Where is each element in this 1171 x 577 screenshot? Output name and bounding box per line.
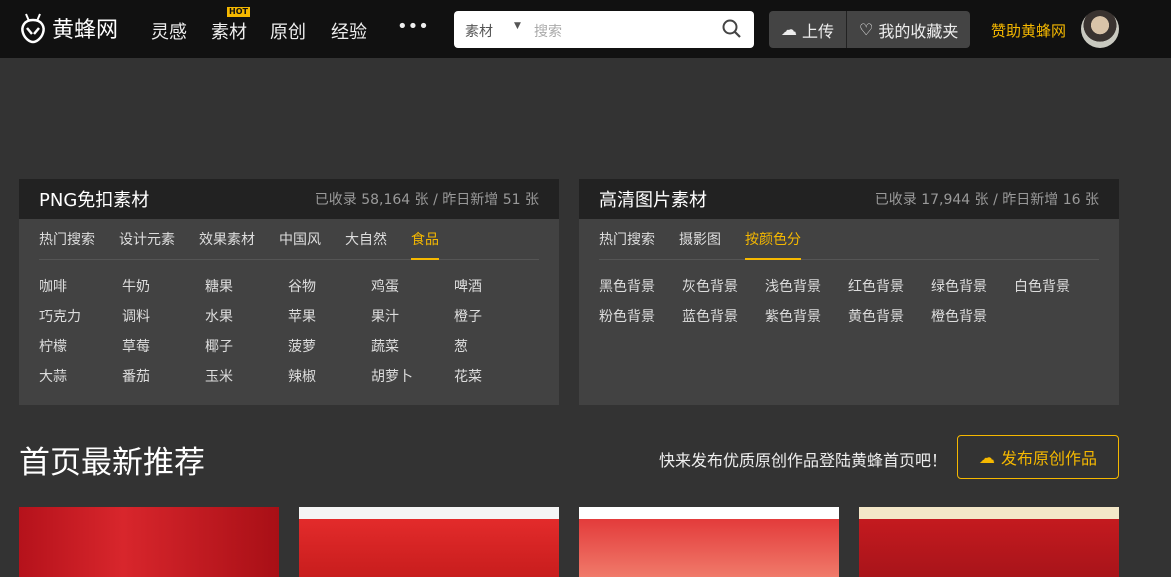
- panel-tab[interactable]: 食品: [411, 229, 439, 260]
- keyword-link[interactable]: 葱: [454, 336, 537, 366]
- upload-button[interactable]: ☁ 上传: [769, 11, 846, 48]
- logo[interactable]: 黄蜂网: [18, 12, 118, 44]
- keyword-link[interactable]: 糖果: [205, 276, 288, 306]
- keyword-link[interactable]: 白色背景: [1014, 276, 1097, 306]
- panel-tab[interactable]: 摄影图: [679, 229, 721, 260]
- nav-original[interactable]: 原创: [270, 18, 306, 44]
- favorites-button[interactable]: ♡ 我的收藏夹: [846, 11, 970, 48]
- recommend-thumbnail[interactable]: [19, 507, 279, 577]
- keyword-link[interactable]: 果汁: [371, 306, 454, 336]
- avatar[interactable]: [1081, 10, 1119, 48]
- keyword-link[interactable]: 柠檬: [39, 336, 122, 366]
- panel-tab[interactable]: 中国风: [279, 229, 321, 260]
- keyword-link[interactable]: 调料: [122, 306, 205, 336]
- keyword-link[interactable]: 辣椒: [288, 366, 371, 396]
- keyword-grid: 咖啡牛奶糖果谷物鸡蛋啤酒巧克力调料水果苹果果汁橙子柠檬草莓椰子菠萝蔬菜葱大蒜番茄…: [39, 276, 537, 396]
- publish-label: 发布原创作品: [1001, 445, 1097, 469]
- keyword-link[interactable]: 椰子: [205, 336, 288, 366]
- recommend-thumbnail[interactable]: [299, 507, 559, 577]
- keyword-link[interactable]: 浅色背景: [765, 276, 848, 306]
- keyword-link[interactable]: 苹果: [288, 306, 371, 336]
- panel-title: 高清图片素材: [599, 186, 707, 212]
- nav-materials[interactable]: 素材: [211, 18, 247, 44]
- keyword-link[interactable]: 番茄: [122, 366, 205, 396]
- panel-stats: 已收录 17,944 张 / 昨日新增 16 张: [875, 189, 1099, 209]
- panel-stats: 已收录 58,164 张 / 昨日新增 51 张: [315, 189, 539, 209]
- panel-tab[interactable]: 大自然: [345, 229, 387, 260]
- keyword-link[interactable]: 橙色背景: [931, 306, 1014, 336]
- cloud-upload-icon: ☁: [979, 448, 995, 467]
- recommend-thumbnail[interactable]: [579, 507, 839, 577]
- panel-tab[interactable]: 热门搜索: [39, 229, 95, 260]
- keyword-link[interactable]: 谷物: [288, 276, 371, 306]
- panel-tabs: 热门搜索设计元素效果素材中国风大自然食品: [39, 229, 539, 260]
- keyword-link[interactable]: 橙子: [454, 306, 537, 336]
- heart-icon: ♡: [859, 20, 873, 39]
- keyword-link[interactable]: 蔬菜: [371, 336, 454, 366]
- search-input[interactable]: 搜索: [534, 21, 562, 41]
- cloud-upload-icon: ☁: [781, 20, 797, 39]
- search-category-select[interactable]: 素材: [465, 21, 493, 41]
- panel-title: PNG免扣素材: [39, 186, 149, 212]
- keyword-link[interactable]: 鸡蛋: [371, 276, 454, 306]
- hd-images-panel: 高清图片素材 已收录 17,944 张 / 昨日新增 16 张 热门搜索摄影图按颜…: [579, 179, 1119, 405]
- panel-tab[interactable]: 效果素材: [199, 229, 255, 260]
- action-buttons: ☁ 上传 ♡ 我的收藏夹: [769, 11, 970, 48]
- keyword-link[interactable]: 啤酒: [454, 276, 537, 306]
- keyword-link[interactable]: 紫色背景: [765, 306, 848, 336]
- png-materials-panel: PNG免扣素材 已收录 58,164 张 / 昨日新增 51 张 热门搜索设计元素…: [19, 179, 559, 405]
- bee-logo-icon: [18, 12, 48, 44]
- keyword-link[interactable]: 红色背景: [848, 276, 931, 306]
- search-bar: 素材 ▼ 搜索: [454, 11, 754, 48]
- keyword-link[interactable]: 黄色背景: [848, 306, 931, 336]
- logo-text: 黄蜂网: [52, 12, 118, 44]
- keyword-link[interactable]: 水果: [205, 306, 288, 336]
- panel-tab[interactable]: 按颜色分: [745, 229, 801, 260]
- keyword-link[interactable]: 大蒜: [39, 366, 122, 396]
- keyword-link[interactable]: 粉色背景: [599, 306, 682, 336]
- panel-tab[interactable]: 设计元素: [119, 229, 175, 260]
- keyword-link[interactable]: 黑色背景: [599, 276, 682, 306]
- section-title: 首页最新推荐: [19, 437, 205, 482]
- recommend-thumbnail[interactable]: [859, 507, 1119, 577]
- keyword-link[interactable]: 巧克力: [39, 306, 122, 336]
- upload-label: 上传: [802, 18, 834, 42]
- keyword-link[interactable]: 牛奶: [122, 276, 205, 306]
- panel-tab[interactable]: 热门搜索: [599, 229, 655, 260]
- keyword-link[interactable]: 咖啡: [39, 276, 122, 306]
- hot-badge: HOT: [227, 7, 250, 17]
- search-icon[interactable]: [722, 19, 742, 39]
- more-menu[interactable]: •••: [397, 16, 429, 37]
- top-header: 黄蜂网 灵感 素材 HOT 原创 经验 ••• 素材 ▼ 搜索 ☁ 上传 ♡ 我的收…: [0, 0, 1171, 58]
- keyword-link[interactable]: 玉米: [205, 366, 288, 396]
- keyword-link[interactable]: 胡萝卜: [371, 366, 454, 396]
- caret-down-icon[interactable]: ▼: [514, 21, 521, 31]
- keyword-link[interactable]: 绿色背景: [931, 276, 1014, 306]
- keyword-link[interactable]: 灰色背景: [682, 276, 765, 306]
- keyword-grid: 黑色背景灰色背景浅色背景红色背景绿色背景白色背景粉色背景蓝色背景紫色背景黄色背景…: [599, 276, 1097, 336]
- nav-inspiration[interactable]: 灵感: [151, 18, 187, 44]
- keyword-link[interactable]: 菠萝: [288, 336, 371, 366]
- nav-experience[interactable]: 经验: [331, 18, 367, 44]
- sponsor-link[interactable]: 赞助黄蜂网: [991, 20, 1066, 41]
- section-note: 快来发布优质原创作品登陆黄蜂首页吧！: [659, 447, 947, 471]
- publish-original-button[interactable]: ☁ 发布原创作品: [957, 435, 1119, 479]
- favorites-label: 我的收藏夹: [878, 18, 958, 42]
- keyword-link[interactable]: 蓝色背景: [682, 306, 765, 336]
- keyword-link[interactable]: 草莓: [122, 336, 205, 366]
- panel-tabs: 热门搜索摄影图按颜色分: [599, 229, 1099, 260]
- keyword-link[interactable]: 花菜: [454, 366, 537, 396]
